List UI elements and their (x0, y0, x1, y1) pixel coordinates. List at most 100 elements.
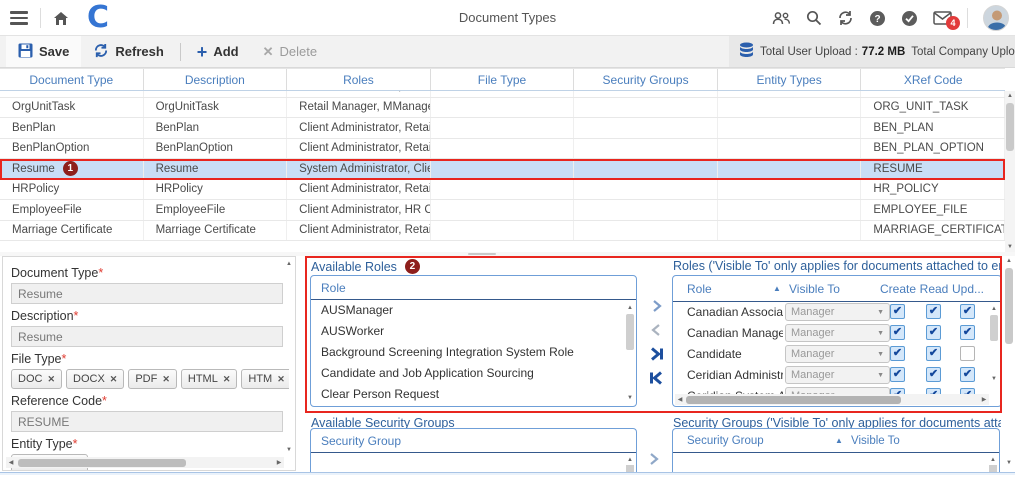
sync-icon[interactable] (837, 10, 854, 26)
document-type-field[interactable]: Resume (11, 283, 283, 304)
visible-to-dropdown[interactable]: Manager▼ (785, 324, 890, 342)
chip-remove-icon[interactable]: ✕ (162, 374, 170, 385)
available-role-item[interactable]: Clear Person Request (311, 384, 636, 404)
table-row[interactable]: Marriage CertificateMarriage Certificate… (0, 221, 1005, 242)
security-group-column-header[interactable]: Security Group (687, 429, 764, 453)
scroll-left-icon[interactable]: ◀ (6, 458, 16, 468)
security-groups-scrollbar[interactable]: ▲ (625, 455, 635, 465)
detail-vertical-scrollbar[interactable]: ▲ ▼ (1004, 256, 1014, 468)
column-header-security-groups[interactable]: Security Groups (574, 69, 718, 90)
scroll-down-icon[interactable]: ▼ (989, 374, 999, 384)
assigned-role-row[interactable]: Canadian ManagerManager▼✔✔✔ (673, 323, 1001, 344)
scroll-up-icon[interactable]: ▲ (625, 303, 635, 313)
people-icon[interactable] (772, 11, 791, 26)
visible-to-dropdown[interactable]: Manager▼ (785, 303, 890, 321)
scroll-up-icon[interactable]: ▲ (988, 455, 998, 465)
role-column-header[interactable]: Role (687, 276, 712, 302)
scroll-thumb[interactable] (626, 314, 634, 350)
read-checkbox[interactable]: ✔ (926, 325, 941, 340)
update-checkbox[interactable]: ✔ (960, 304, 975, 319)
create-checkbox[interactable]: ✔ (890, 304, 905, 319)
help-icon[interactable]: ? (869, 10, 886, 27)
scroll-down-icon[interactable]: ▼ (284, 445, 294, 455)
update-column-header[interactable]: Upd... (952, 276, 984, 302)
user-avatar[interactable] (983, 5, 1009, 31)
grid-vertical-scrollbar[interactable]: ▲ ▼ (1005, 91, 1015, 252)
scroll-thumb[interactable] (990, 315, 998, 341)
scroll-thumb[interactable] (989, 465, 997, 472)
scroll-up-icon[interactable]: ▲ (284, 259, 294, 269)
column-header-roles[interactable]: Roles (287, 69, 431, 90)
form-horizontal-scrollbar[interactable]: ◀ ▶ (6, 457, 284, 468)
column-header-document-type[interactable]: Document Type (0, 69, 144, 90)
move-left-button[interactable] (646, 320, 666, 339)
table-row[interactable]: EmployeeFileEmployeeFileClient Administr… (0, 200, 1005, 221)
column-header-entity-types[interactable]: Entity Types (718, 69, 862, 90)
scroll-right-icon[interactable]: ▶ (979, 395, 989, 405)
role-column-header[interactable]: Role (311, 276, 636, 300)
reference-code-field[interactable]: RESUME (11, 411, 283, 432)
visible-to-dropdown[interactable]: Manager▼ (785, 345, 890, 363)
chip-remove-icon[interactable]: ✕ (47, 374, 55, 385)
read-checkbox[interactable]: ✔ (926, 367, 941, 382)
scroll-thumb[interactable] (686, 396, 901, 404)
table-row[interactable]: HRPolicyHRPolicyClient Administrator, Re… (0, 180, 1005, 201)
check-circle-icon[interactable] (901, 10, 918, 27)
scroll-thumb[interactable] (626, 465, 634, 472)
move-right-button[interactable] (646, 296, 666, 315)
messages-icon[interactable]: 4 (933, 11, 952, 25)
scroll-down-icon[interactable]: ▼ (1005, 242, 1015, 252)
security-groups-move-right-button[interactable] (647, 452, 660, 471)
roles-list-scrollbar[interactable]: ▲ ▼ (625, 303, 635, 403)
column-header-file-type[interactable]: File Type (431, 69, 575, 90)
table-row[interactable]: BenPlanOptionBenPlanOptionClient Adminis… (0, 139, 1005, 160)
scroll-up-icon[interactable]: ▲ (625, 455, 635, 465)
assigned-role-row[interactable]: Ceridian System AdministrManager▼✔✔✔ (673, 386, 1001, 394)
available-role-item[interactable]: AUSManager (311, 300, 636, 321)
security-group-column-header[interactable]: Security Group (311, 429, 636, 453)
assigned-role-row[interactable]: Ceridian AdministratorManager▼✔✔✔ (673, 365, 1001, 386)
table-row[interactable]: Resume1ResumeSystem Administrator, Clien… (0, 159, 1005, 180)
available-role-item[interactable]: Background Screening Integration System … (311, 342, 636, 363)
scroll-left-icon[interactable]: ◀ (675, 395, 685, 405)
visible-to-dropdown[interactable]: Manager▼ (785, 366, 890, 384)
move-all-left-button[interactable] (646, 368, 666, 387)
scroll-right-icon[interactable]: ▶ (274, 458, 284, 468)
visible-to-dropdown[interactable]: Manager▼ (785, 387, 890, 394)
scroll-down-icon[interactable]: ▼ (1004, 458, 1014, 468)
scroll-down-icon[interactable]: ▼ (625, 393, 635, 403)
assigned-roles-vertical-scrollbar[interactable]: ▲ ▼ (989, 304, 999, 384)
read-checkbox[interactable]: ✔ (926, 304, 941, 319)
scroll-up-icon[interactable]: ▲ (1004, 256, 1014, 266)
column-header-description[interactable]: Description (144, 69, 288, 90)
read-checkbox[interactable]: ✔ (926, 346, 941, 361)
visible-to-column-header[interactable]: Visible To (851, 429, 900, 453)
column-header-xref-code[interactable]: XRef Code (861, 69, 1005, 90)
scroll-thumb[interactable] (1005, 268, 1013, 344)
create-checkbox[interactable]: ✔ (890, 367, 905, 382)
available-role-item[interactable]: Candidate and Job Application Sourcing (311, 363, 636, 384)
chip-remove-icon[interactable]: ✕ (110, 374, 118, 385)
read-column-header[interactable]: Read (916, 276, 952, 302)
save-button[interactable]: Save (6, 36, 81, 67)
update-checkbox[interactable]: ✔ (960, 325, 975, 340)
delete-button[interactable]: ✕ Delete (251, 36, 329, 67)
available-role-item[interactable]: AUSWorker (311, 321, 636, 342)
create-checkbox[interactable]: ✔ (890, 346, 905, 361)
visible-to-column-header[interactable]: Visible To (789, 276, 840, 302)
chip-remove-icon[interactable]: ✕ (223, 374, 231, 385)
scroll-up-icon[interactable]: ▲ (1005, 91, 1015, 101)
table-row[interactable]: OrgUnitTaskOrgUnitTaskRetail Manager, MM… (0, 98, 1005, 119)
create-column-header[interactable]: Create (877, 276, 919, 302)
security-groups-scrollbar[interactable]: ▲ (988, 455, 998, 465)
create-checkbox[interactable]: ✔ (890, 325, 905, 340)
form-vertical-scrollbar[interactable]: ▲ ▼ (283, 259, 294, 455)
move-all-right-button[interactable] (646, 344, 666, 363)
search-icon[interactable] (806, 10, 822, 26)
table-row[interactable]: BenPlanBenPlanClient Administrator, Reta… (0, 118, 1005, 139)
update-checkbox[interactable] (960, 346, 975, 361)
add-button[interactable]: + Add (185, 36, 251, 67)
assigned-roles-horizontal-scrollbar[interactable]: ◀ ▶ (675, 394, 989, 405)
splitter-handle[interactable] (468, 253, 496, 255)
assigned-role-row[interactable]: CandidateManager▼✔✔ (673, 344, 1001, 365)
